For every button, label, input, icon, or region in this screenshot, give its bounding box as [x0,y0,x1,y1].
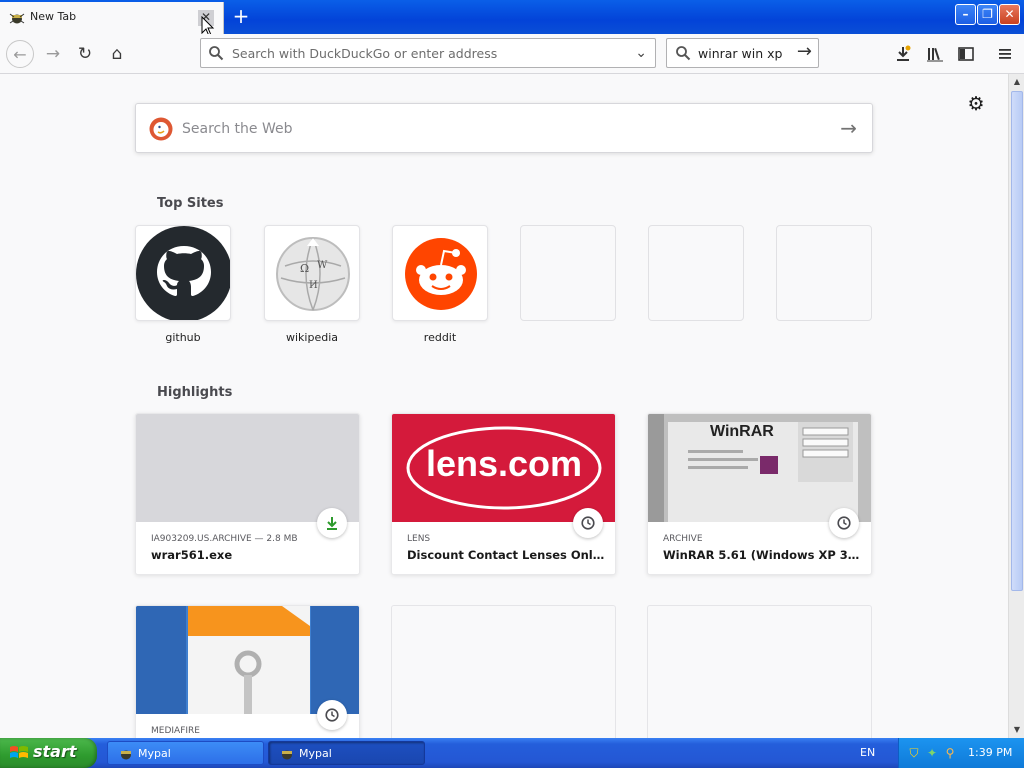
taskbar-item-mypal-active[interactable]: Mypal [268,741,425,765]
windows-flag-icon [10,746,28,758]
minimize-icon: – [962,7,969,21]
highlight-thumbnail [136,414,359,522]
top-sites-heading: Top Sites [157,196,224,211]
language-indicator[interactable]: EN [860,746,875,759]
new-tab-button[interactable]: + [230,6,252,28]
highlight-thumbnail: lens.com [392,414,615,522]
clock-icon [829,508,859,538]
highlight-source: MEDIAFIRE [151,726,200,736]
svg-text:Ω: Ω [300,262,309,275]
duckduckgo-logo-icon [149,117,173,141]
security-shield-icon[interactable]: ⛉ [906,745,922,761]
web-search-arrow-icon[interactable]: → [840,116,857,140]
web-search-input[interactable] [182,119,802,139]
svg-text:И: И [309,280,318,291]
highlight-title: WinRAR 5.61 (Windows XP 32-Bit) : Free D… [663,548,863,562]
svg-text:W: W [317,260,328,271]
highlight-thumbnail: WinRAR [648,414,871,522]
clock-icon [573,508,603,538]
search-bar[interactable]: winrar win xp → [666,38,819,68]
bug-favicon-icon [282,750,292,760]
start-button[interactable]: start [0,738,97,768]
top-site-label[interactable]: wikipedia [264,331,360,344]
new-tab-page: ⚙ → Top Sites Ω W И [0,74,1008,738]
bug-favicon-icon [121,750,131,760]
vertical-scrollbar[interactable]: ▲ ▼ [1008,74,1024,738]
highlight-source: ARCHIVE [663,534,703,544]
highlight-card[interactable]: IA903209.US.ARCHIVE — 2.8 MB wrar561.exe [135,413,360,575]
search-icon [209,46,224,61]
taskbar-item-label: Mypal [138,747,171,760]
window-minimize-button[interactable]: – [955,4,976,25]
clock[interactable]: 1:39 PM [968,746,1012,759]
window-maximize-button[interactable]: ❐ [977,4,998,25]
library-icon[interactable] [922,41,948,67]
top-site-empty [648,225,744,321]
search-bar-value[interactable]: winrar win xp [698,46,782,61]
clock-icon [317,700,347,730]
bug-favicon-icon [9,13,25,24]
forward-button[interactable]: → [39,40,67,68]
address-input[interactable] [232,44,622,63]
search-icon [676,46,691,61]
sidebar-icon[interactable] [953,41,979,67]
reddit-icon [405,238,477,310]
lens-logo-text: lens.com [426,443,582,484]
back-button[interactable]: ← [6,40,34,68]
highlights-heading: Highlights [157,385,233,400]
top-site-github[interactable] [135,225,231,321]
start-label: start [33,742,77,761]
download-icon[interactable] [890,41,916,67]
highlight-title: wrar561.exe [151,548,233,562]
winrar-logo-text: WinRAR [710,423,774,440]
gear-icon[interactable]: ⚙ [966,94,986,114]
highlight-title: Discount Contact Lenses Online | Contact… [407,548,607,562]
window-titlebar: New Tab ✕ + – ❐ ✕ [0,0,1024,34]
download-icon [317,508,347,538]
scroll-down-arrow-icon[interactable]: ▼ [1009,722,1024,738]
top-site-empty [776,225,872,321]
highlight-thumbnail [136,606,359,714]
top-site-label[interactable]: reddit [392,331,488,344]
highlight-card[interactable]: MEDIAFIRE [135,605,360,738]
address-bar[interactable]: ⌄ [200,38,656,68]
tab-title: New Tab [30,10,77,23]
top-site-reddit[interactable] [392,225,488,321]
top-site-empty [520,225,616,321]
wikipedia-icon: Ω W И [276,237,350,311]
search-go-arrow-icon[interactable]: → [797,41,812,62]
highlight-card-empty [647,605,872,738]
windows-taskbar: start Mypal Mypal EN ⛉ ✦ ⚲ 1:39 PM [0,738,1024,768]
search-icon[interactable]: ⚲ [942,745,958,761]
tab-new-tab[interactable]: New Tab ✕ [0,2,224,34]
close-icon: ✕ [1004,7,1015,21]
highlight-card[interactable]: WinRAR ARCHIVE WinRAR 5.61 (Windows XP 3… [647,413,872,575]
chevron-down-icon[interactable]: ⌄ [635,45,647,61]
reload-button[interactable]: ↻ [71,40,99,68]
window-close-button[interactable]: ✕ [999,4,1020,25]
highlight-card[interactable]: lens.com LENS Discount Contact Lenses On… [391,413,616,575]
taskbar-item-label: Mypal [299,747,332,760]
system-tray: ⛉ ✦ ⚲ 1:39 PM [898,738,1024,768]
hamburger-menu-icon[interactable] [992,41,1018,67]
top-site-label[interactable]: github [135,331,231,344]
network-icon[interactable]: ✦ [924,745,940,761]
highlight-source: IA903209.US.ARCHIVE — 2.8 MB [151,534,298,544]
navigation-toolbar: ← → ↻ ⌂ ⌄ winrar win xp → [0,34,1024,74]
highlight-source: LENS [407,534,431,544]
highlight-card-empty [391,605,616,738]
maximize-icon: ❐ [982,7,993,21]
top-site-wikipedia[interactable]: Ω W И [264,225,360,321]
scroll-thumb[interactable] [1011,91,1023,591]
home-button[interactable]: ⌂ [103,40,131,68]
scroll-up-arrow-icon[interactable]: ▲ [1009,74,1024,90]
github-icon [136,226,230,320]
taskbar-item-mypal[interactable]: Mypal [107,741,264,765]
web-search-box[interactable]: → [135,103,873,153]
